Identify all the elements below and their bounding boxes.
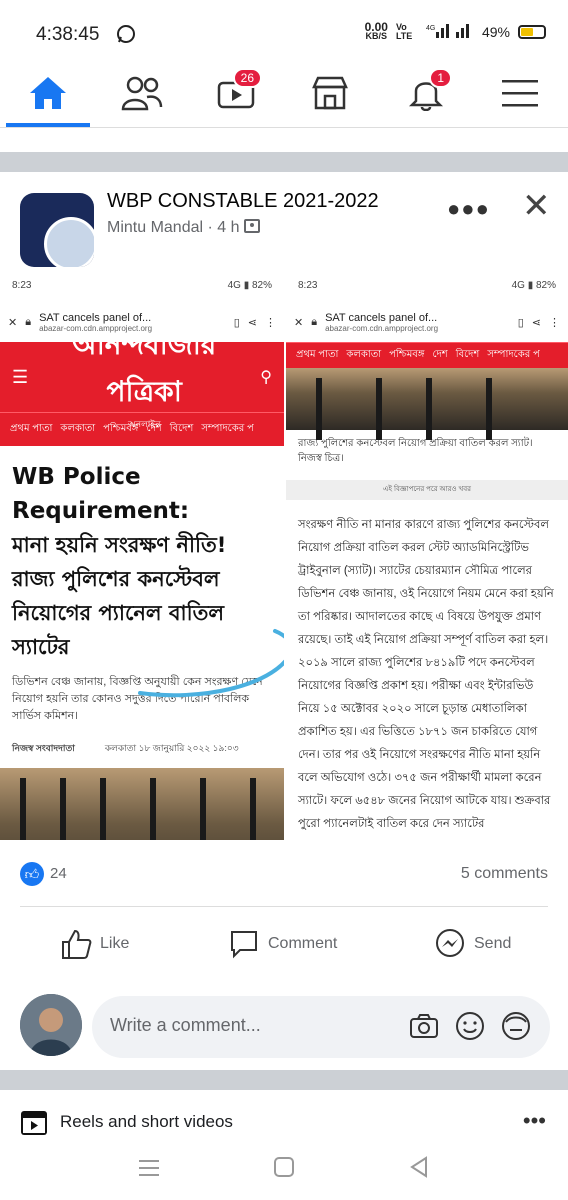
group-name[interactable]: WBP CONSTABLE 2021-2022 [107, 190, 379, 213]
marketplace-tab[interactable] [300, 68, 360, 118]
avatar-sticker-icon[interactable] [500, 1010, 532, 1042]
blue-annotation-stroke [138, 629, 284, 698]
close-icon: ✕ [294, 316, 304, 329]
search-icon: ⚲ [260, 369, 272, 386]
status-time: 4:38:45 [36, 24, 100, 45]
recent-apps-icon[interactable] [138, 1158, 160, 1178]
menu-tab[interactable] [490, 68, 550, 118]
police-photo [286, 368, 568, 440]
post-header: WBP CONSTABLE 2021-2022 Mintu Mandal · 4… [0, 176, 568, 267]
close-icon: ✕ [8, 316, 18, 329]
comment-placeholder: Write a comment... [110, 1015, 261, 1035]
share-icon: ⋖ [247, 316, 257, 329]
comment-button[interactable]: Comment [228, 928, 337, 960]
home-nav-icon[interactable] [273, 1156, 295, 1178]
reaction-summary: 👍︎ 24 5 comments [0, 858, 568, 894]
user-avatar[interactable] [20, 994, 82, 1056]
group-avatar[interactable] [20, 193, 94, 267]
bookmark-icon: ▯ [517, 316, 524, 329]
volte-indicator: Vo LTE [395, 21, 413, 41]
newspaper-masthead: ☰ আনন্দবাজার পত্রিকা অনলাইন ⚲ [0, 328, 284, 429]
signal-icon: 4G [426, 22, 474, 41]
kebab-icon: ⋮ [265, 316, 276, 329]
back-icon[interactable] [408, 1156, 430, 1178]
like-icon [62, 929, 92, 959]
active-tab-indicator [6, 123, 90, 127]
more-options-icon[interactable]: ••• [523, 1108, 546, 1134]
reels-icon [21, 1111, 47, 1135]
comment-input[interactable]: Write a comment... [92, 996, 550, 1058]
share-icon: ⋖ [531, 316, 541, 329]
system-nav-bar [0, 1150, 568, 1200]
notification-badge: 1 [429, 68, 452, 88]
send-button[interactable]: Send [434, 928, 511, 960]
comment-composer: Write a comment... [0, 992, 568, 1062]
hamburger-menu-icon [502, 80, 538, 107]
comment-count[interactable]: 5 comments [461, 865, 548, 883]
friends-tab[interactable] [112, 68, 172, 118]
network-speed: 0.00 KB/S [364, 19, 388, 41]
reels-label: Reels and short videos [60, 1112, 233, 1131]
author-avatar[interactable] [44, 217, 94, 267]
kebab-icon: ⋮ [549, 316, 560, 329]
post-image-right[interactable]: 8:23 4G ▮ 82% ✕ 🔒︎ SAT cancels panel of..… [286, 272, 568, 840]
lock-icon: 🔒︎ [311, 315, 318, 328]
hamburger-icon: ☰ [12, 366, 29, 387]
newspaper-categories: প্রথম পাতা কলকাতা পশ্চিমবঙ্গ দেশ বিদেশ সম্পাদ… [286, 342, 568, 368]
author-name[interactable]: Mintu Mandal [107, 219, 203, 236]
friends-icon [121, 76, 163, 111]
battery-percent: 49% [481, 23, 510, 40]
marketplace-icon [312, 76, 348, 110]
shot-status-bar: 8:23 4G ▮ 82% [298, 280, 556, 291]
messenger-icon [436, 929, 464, 957]
shot-url-bar: ✕ 🔒︎ SAT cancels panel of... abazar-com.c… [294, 311, 560, 333]
battery-icon [518, 24, 546, 39]
police-photo [0, 768, 284, 840]
feed-divider [0, 1070, 568, 1090]
divider [20, 906, 548, 907]
like-button[interactable]: Like [60, 928, 129, 960]
home-tab[interactable] [18, 68, 78, 118]
article-body: সংরক্ষণ নীতি না মানার কারণে রাজ্য পুলিশে… [298, 519, 554, 830]
reels-section-header[interactable]: Reels and short videos ••• [0, 1096, 568, 1148]
camera-icon[interactable] [408, 1010, 440, 1042]
svg-text:4G: 4G [426, 25, 435, 32]
lock-icon: 🔒︎ [25, 315, 32, 328]
shot-status-bar: 8:23 4G ▮ 82% [12, 280, 272, 291]
like-count[interactable]: 24 [50, 865, 67, 882]
top-nav: 26 1 [0, 62, 568, 128]
post-time[interactable]: 4 h [217, 219, 239, 236]
video-badge: 26 [232, 68, 262, 88]
comment-icon [231, 931, 257, 959]
post-meta: Mintu Mandal · 4 h [107, 219, 260, 237]
status-bar: 4:38:45 0.00 KB/S Vo LTE 4G 49% [0, 0, 568, 62]
feed-divider [0, 152, 568, 172]
home-icon [30, 77, 66, 109]
emoji-icon[interactable] [454, 1010, 486, 1042]
whatsapp-icon [116, 24, 136, 49]
post-image-left[interactable]: 8:23 4G ▮ 82% ✕ 🔒︎ SAT cancels panel of..… [0, 272, 284, 840]
ad-note: এই বিজ্ঞাপনের পরে আরও খবর [286, 480, 568, 500]
group-privacy-icon [243, 219, 260, 233]
notifications-tab[interactable]: 1 [396, 68, 456, 118]
like-reaction-icon[interactable]: 👍︎ [20, 862, 44, 886]
post-actions: Like Comment Send [0, 912, 568, 976]
close-icon[interactable]: ✕ [522, 186, 551, 226]
watch-tab[interactable]: 26 [206, 68, 266, 118]
article-byline: নিজস্ব সংবাদদাতা কলকাতা ১৮ জানুয়ারি ২০২২… [12, 743, 239, 753]
more-options-icon[interactable]: ●●● [447, 196, 490, 222]
